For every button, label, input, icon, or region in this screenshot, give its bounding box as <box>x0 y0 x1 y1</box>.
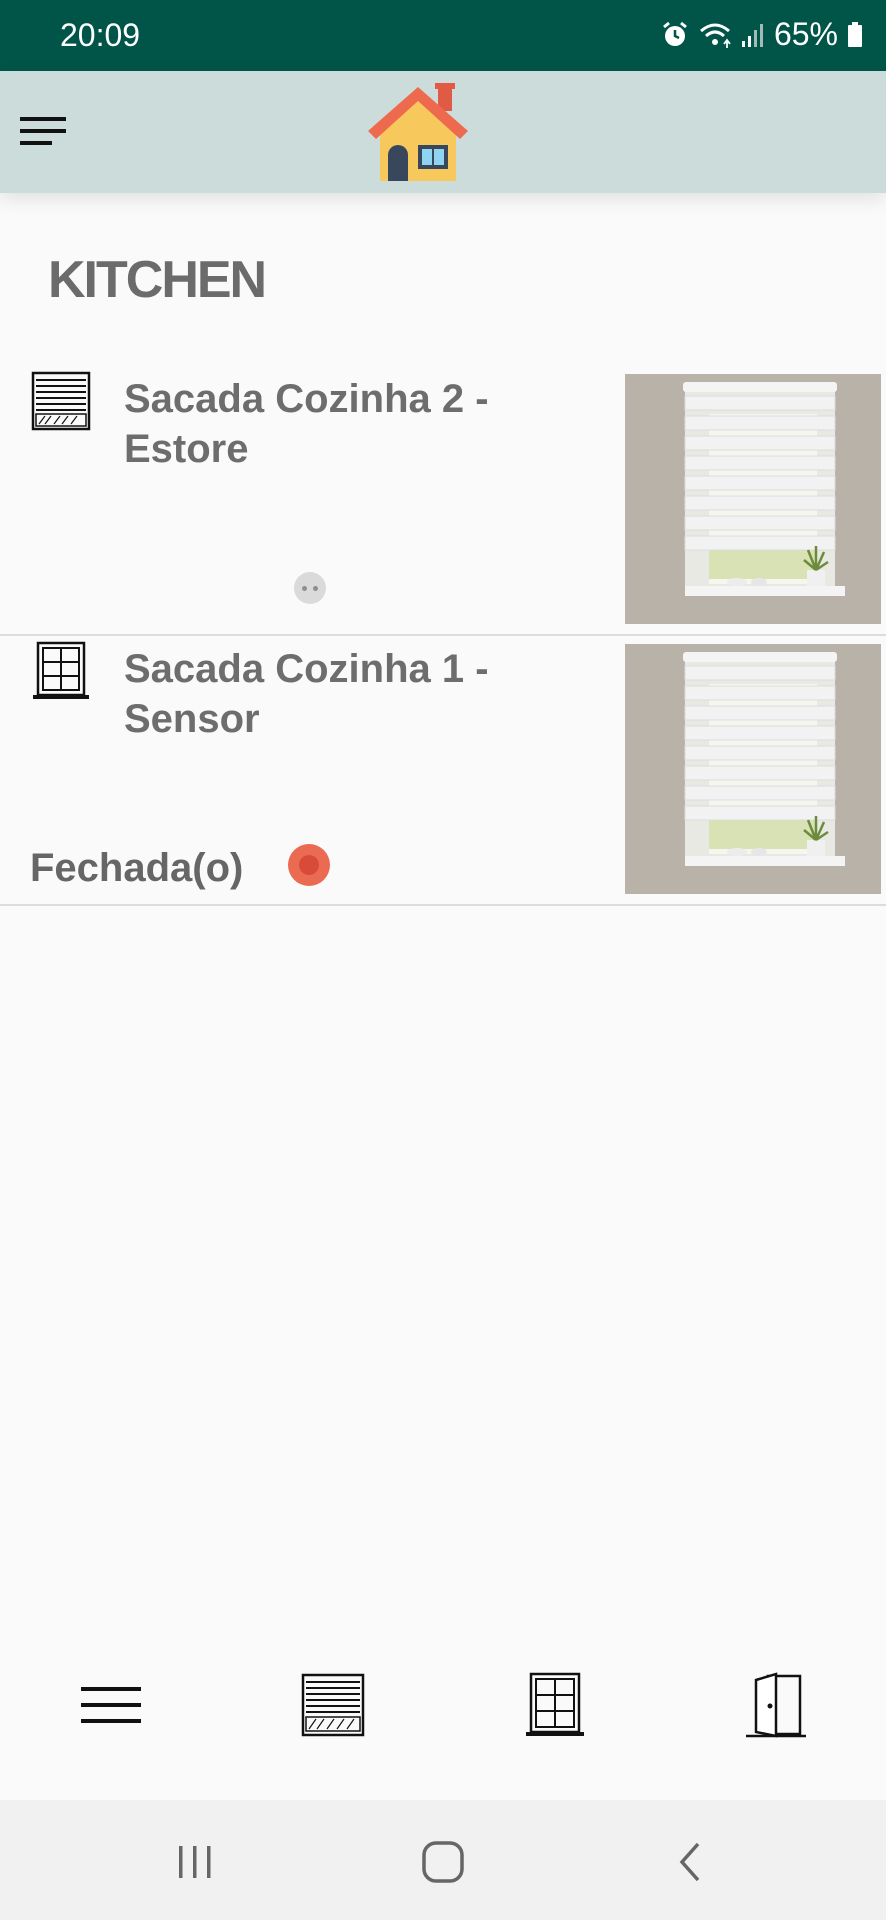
menu-icon[interactable] <box>20 113 66 151</box>
home-icon[interactable] <box>418 1840 468 1884</box>
roller-blind-image <box>625 374 881 624</box>
device-row-sensor[interactable]: Sacada Cozinha 1 - Sensor Fechada(o) <box>0 636 886 906</box>
nav-window-icon[interactable] <box>520 1670 590 1740</box>
back-icon[interactable] <box>666 1840 716 1884</box>
device-name: Sacada Cozinha 1 - Sensor <box>124 647 489 741</box>
battery-percent: 65% <box>773 16 838 52</box>
signal-icon <box>741 23 763 47</box>
status-bar: 20:09 65% <box>0 0 886 71</box>
sensor-status-indicator <box>288 844 330 886</box>
recent-apps-icon[interactable] <box>170 1840 220 1884</box>
nav-door-icon[interactable] <box>740 1670 810 1740</box>
window-icon <box>33 641 89 699</box>
wifi-icon <box>699 23 731 48</box>
blind-icon <box>31 371 91 431</box>
battery-icon <box>848 21 862 47</box>
house-logo-icon <box>368 83 468 181</box>
status-time: 20:09 <box>60 17 141 53</box>
device-row-blind[interactable]: Sacada Cozinha 2 - Estore <box>0 366 886 636</box>
device-name: Sacada Cozinha 2 - Estore <box>124 377 489 471</box>
bottom-nav <box>0 1640 886 1760</box>
system-nav-bar <box>0 1800 886 1920</box>
nav-menu-icon[interactable] <box>76 1670 146 1740</box>
sensor-status-text: Fechada(o) <box>30 846 244 890</box>
room-title: KITCHEN <box>48 251 267 309</box>
roller-blind-image <box>625 644 881 894</box>
app-bar <box>0 71 886 193</box>
status-icons: 65% <box>660 16 864 53</box>
alarm-icon <box>663 21 687 46</box>
nav-blind-icon[interactable] <box>298 1670 368 1740</box>
loading-indicator <box>294 572 326 604</box>
